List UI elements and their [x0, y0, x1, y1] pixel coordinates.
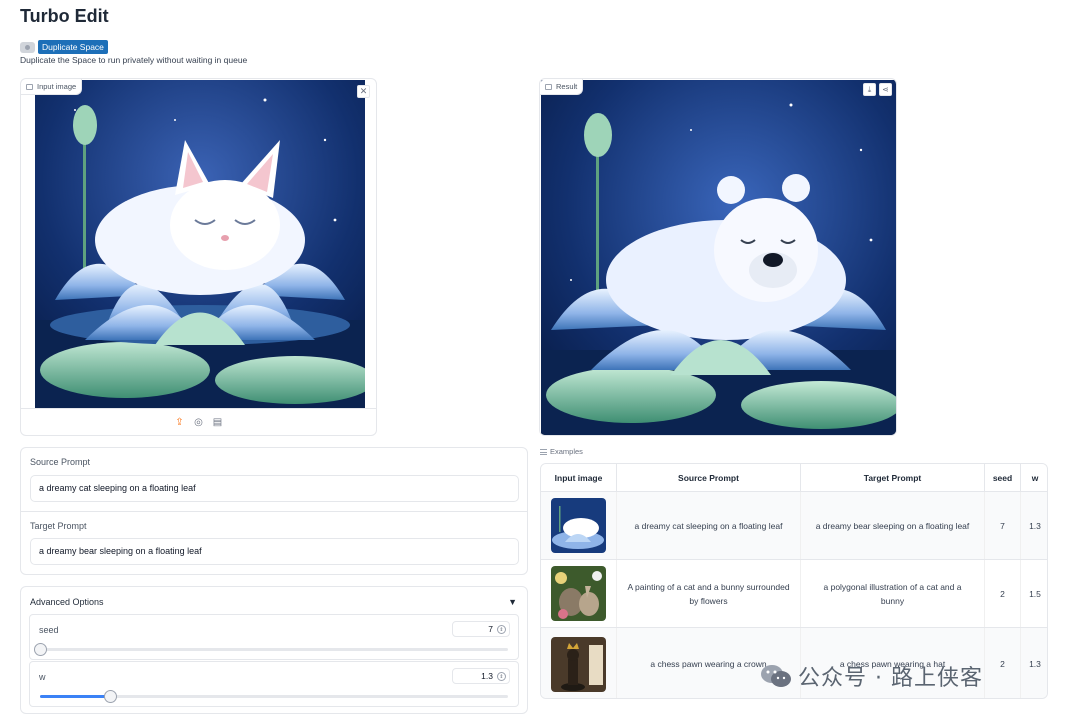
example-seed: 2: [985, 560, 1021, 627]
watermark-text: 公众号 · 路上侠客: [798, 666, 983, 691]
col-w: w: [1031, 473, 1039, 483]
result-badge: Result: [540, 79, 584, 95]
example-w: 1.5: [1029, 588, 1041, 599]
example-thumbnail: [541, 560, 617, 627]
result-actions: ⤓ ⋖: [863, 83, 892, 96]
input-image-panel[interactable]: Input image ✕ ⇪ ◎ ▤: [20, 78, 377, 436]
example-target-prompt: a polygonal illustration of a cat and a …: [801, 560, 985, 627]
image-icon: [26, 83, 33, 90]
page-title: Turbo Edit: [20, 6, 109, 26]
image-source-bar: ⇪ ◎ ▤: [21, 408, 376, 436]
list-icon: [540, 448, 547, 455]
example-thumbnail: [541, 492, 617, 559]
example-thumbnail: [541, 628, 617, 698]
input-image-label: Input image: [37, 82, 77, 91]
seed-slider-box: seed 7 ⇕: [29, 614, 519, 660]
clipboard-icon[interactable]: ▤: [212, 417, 223, 428]
examples-header: Input image Source Prompt Target Prompt …: [541, 464, 1047, 492]
w-value: 1.3: [481, 671, 493, 681]
col-source-prompt: Source Prompt: [617, 464, 801, 492]
source-prompt-input[interactable]: a dreamy cat sleeping on a floating leaf: [30, 475, 519, 502]
duplicate-row: Duplicate Space: [20, 40, 108, 54]
w-slider-box: w 1.3 ⇕: [29, 661, 519, 707]
prompt-block: Source Prompt a dreamy cat sleeping on a…: [20, 447, 528, 575]
target-prompt-input[interactable]: a dreamy bear sleeping on a floating lea…: [30, 538, 519, 565]
result-label: Result: [556, 82, 578, 91]
table-row[interactable]: a dreamy cat sleeping on a floating leaf…: [541, 492, 1047, 560]
w-slider-thumb[interactable]: [104, 690, 118, 703]
target-prompt-label: Target Prompt: [30, 521, 87, 531]
examples-title: Examples: [550, 447, 583, 456]
example-target-prompt: a dreamy bear sleeping on a floating lea…: [801, 492, 985, 559]
share-icon[interactable]: ⋖: [879, 83, 892, 96]
example-w: 1.3: [1029, 520, 1041, 531]
seed-number-input[interactable]: 7 ⇕: [452, 621, 510, 637]
table-row[interactable]: A painting of a cat and a bunny surround…: [541, 560, 1047, 628]
spaces-logo-icon: [20, 41, 35, 53]
advanced-options-toggle[interactable]: Advanced Options: [30, 597, 104, 607]
seed-slider-track[interactable]: [34, 643, 508, 656]
prompt-divider: [21, 511, 527, 512]
upload-icon[interactable]: ⇪: [174, 417, 185, 428]
result-image-panel: Result ⤓ ⋖: [539, 78, 897, 436]
seed-slider-thumb[interactable]: [34, 643, 47, 656]
example-source-prompt: a dreamy cat sleeping on a floating leaf: [617, 492, 801, 559]
example-seed: 2: [985, 628, 1021, 698]
source-prompt-label: Source Prompt: [30, 457, 91, 467]
w-number-input[interactable]: 1.3 ⇕: [452, 668, 510, 684]
col-target-prompt: Target Prompt: [801, 464, 985, 492]
advanced-options-block: Advanced Options ▼ seed 7 ⇕ w 1.3 ⇕: [20, 586, 528, 714]
watermark: 公众号 · 路上侠客: [760, 660, 983, 692]
col-input-image: Input image: [541, 464, 617, 492]
wechat-logo-icon: [761, 665, 791, 687]
result-image: [541, 80, 896, 435]
duplicate-space-button[interactable]: Duplicate Space: [38, 40, 108, 54]
example-source-prompt: A painting of a cat and a bunny surround…: [617, 560, 801, 627]
seed-value: 7: [488, 624, 493, 634]
collapse-arrow-icon[interactable]: ▼: [508, 597, 517, 607]
col-seed: seed: [985, 464, 1021, 492]
input-image: [35, 80, 365, 408]
input-image-badge: Input image: [21, 79, 83, 95]
image-icon: [545, 83, 552, 90]
w-slider-track[interactable]: [40, 690, 508, 703]
examples-label: Examples: [540, 447, 583, 456]
w-label: w: [39, 672, 46, 682]
example-w: 1.3: [1029, 659, 1041, 669]
spinner-icon[interactable]: ⇕: [497, 672, 506, 681]
duplicate-description: Duplicate the Space to run privately wit…: [20, 55, 248, 65]
w-slider-fill: [40, 695, 111, 698]
seed-label: seed: [39, 625, 59, 635]
webcam-icon[interactable]: ◎: [193, 417, 204, 428]
example-seed: 7: [985, 492, 1021, 559]
clear-image-button[interactable]: ✕: [357, 85, 370, 98]
download-icon[interactable]: ⤓: [863, 83, 876, 96]
spinner-icon[interactable]: ⇕: [497, 625, 506, 634]
